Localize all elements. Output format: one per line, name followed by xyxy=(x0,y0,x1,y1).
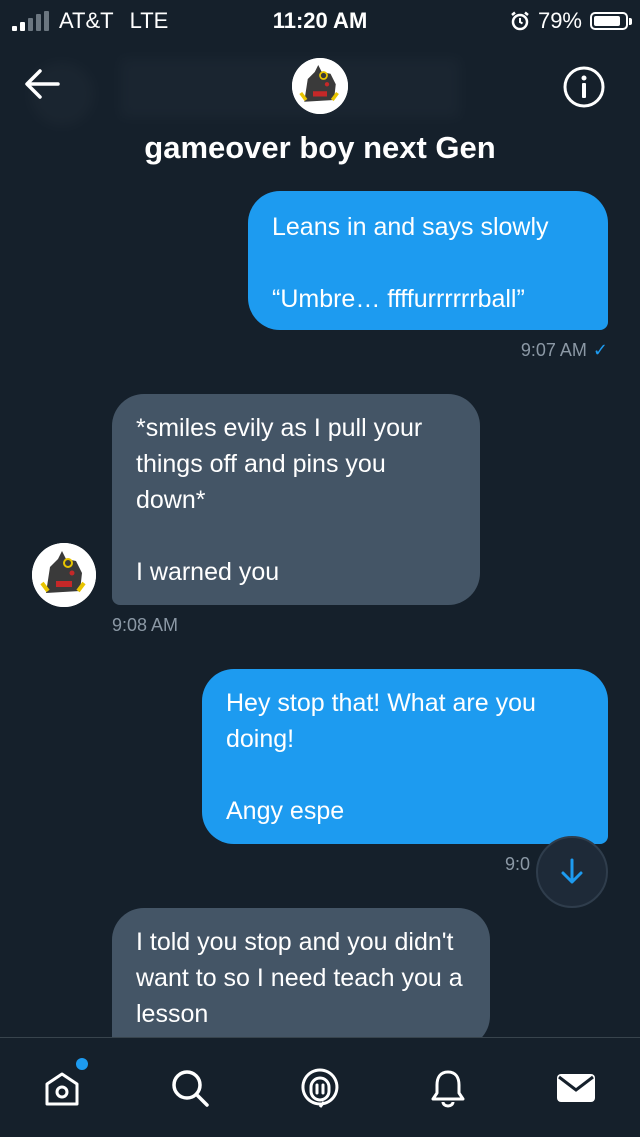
home-icon xyxy=(45,1072,79,1106)
tab-bar xyxy=(0,1037,640,1137)
avatar[interactable] xyxy=(32,543,96,607)
conversation-header: gameover boy next Gen xyxy=(0,42,640,182)
message-time: 9:08 AM xyxy=(112,615,179,635)
arrow-down-icon xyxy=(561,858,583,884)
tab-search[interactable] xyxy=(160,1058,220,1118)
status-bar: AT&T LTE 11:20 AM 79% xyxy=(0,0,640,42)
avatar[interactable] xyxy=(292,58,348,114)
message-bubble-received[interactable]: I told you stop and you didn't want to s… xyxy=(112,908,490,1048)
battery-percent: 79% xyxy=(537,8,582,33)
message-time: 9:0 xyxy=(505,854,531,874)
notifications-icon xyxy=(431,1070,465,1108)
blurred-background xyxy=(30,54,460,126)
message-bubble-sent[interactable]: Leans in and says slowly “Umbre… ffffurr… xyxy=(248,191,608,330)
avatar-image xyxy=(32,543,96,607)
battery-icon xyxy=(590,12,632,30)
tab-notifications[interactable] xyxy=(418,1058,478,1118)
info-button[interactable] xyxy=(562,65,606,109)
notification-dot xyxy=(76,1058,88,1070)
messages-icon xyxy=(557,1074,595,1102)
conversation-title: gameover boy next Gen xyxy=(144,130,496,165)
tab-spaces[interactable] xyxy=(290,1058,350,1118)
back-button[interactable] xyxy=(22,66,62,102)
search-icon xyxy=(172,1070,209,1107)
scroll-to-bottom-button[interactable] xyxy=(536,836,608,908)
info-icon xyxy=(563,66,605,108)
message-meta: 9:07 AM ✓ xyxy=(521,340,608,361)
message-bubble-sent[interactable]: Hey stop that! What are you doing! Angy … xyxy=(202,669,608,844)
avatar-image xyxy=(292,58,348,114)
check-icon: ✓ xyxy=(592,340,608,360)
arrow-left-icon xyxy=(25,69,60,99)
alarm-icon xyxy=(511,11,529,31)
tab-home[interactable] xyxy=(32,1058,92,1118)
status-right: 79% xyxy=(510,8,632,34)
message-time: 9:07 AM xyxy=(520,340,587,360)
message-bubble-received[interactable]: *smiles evily as I pull your things off … xyxy=(112,394,480,605)
spaces-icon xyxy=(301,1068,339,1108)
tab-messages[interactable] xyxy=(546,1058,606,1118)
